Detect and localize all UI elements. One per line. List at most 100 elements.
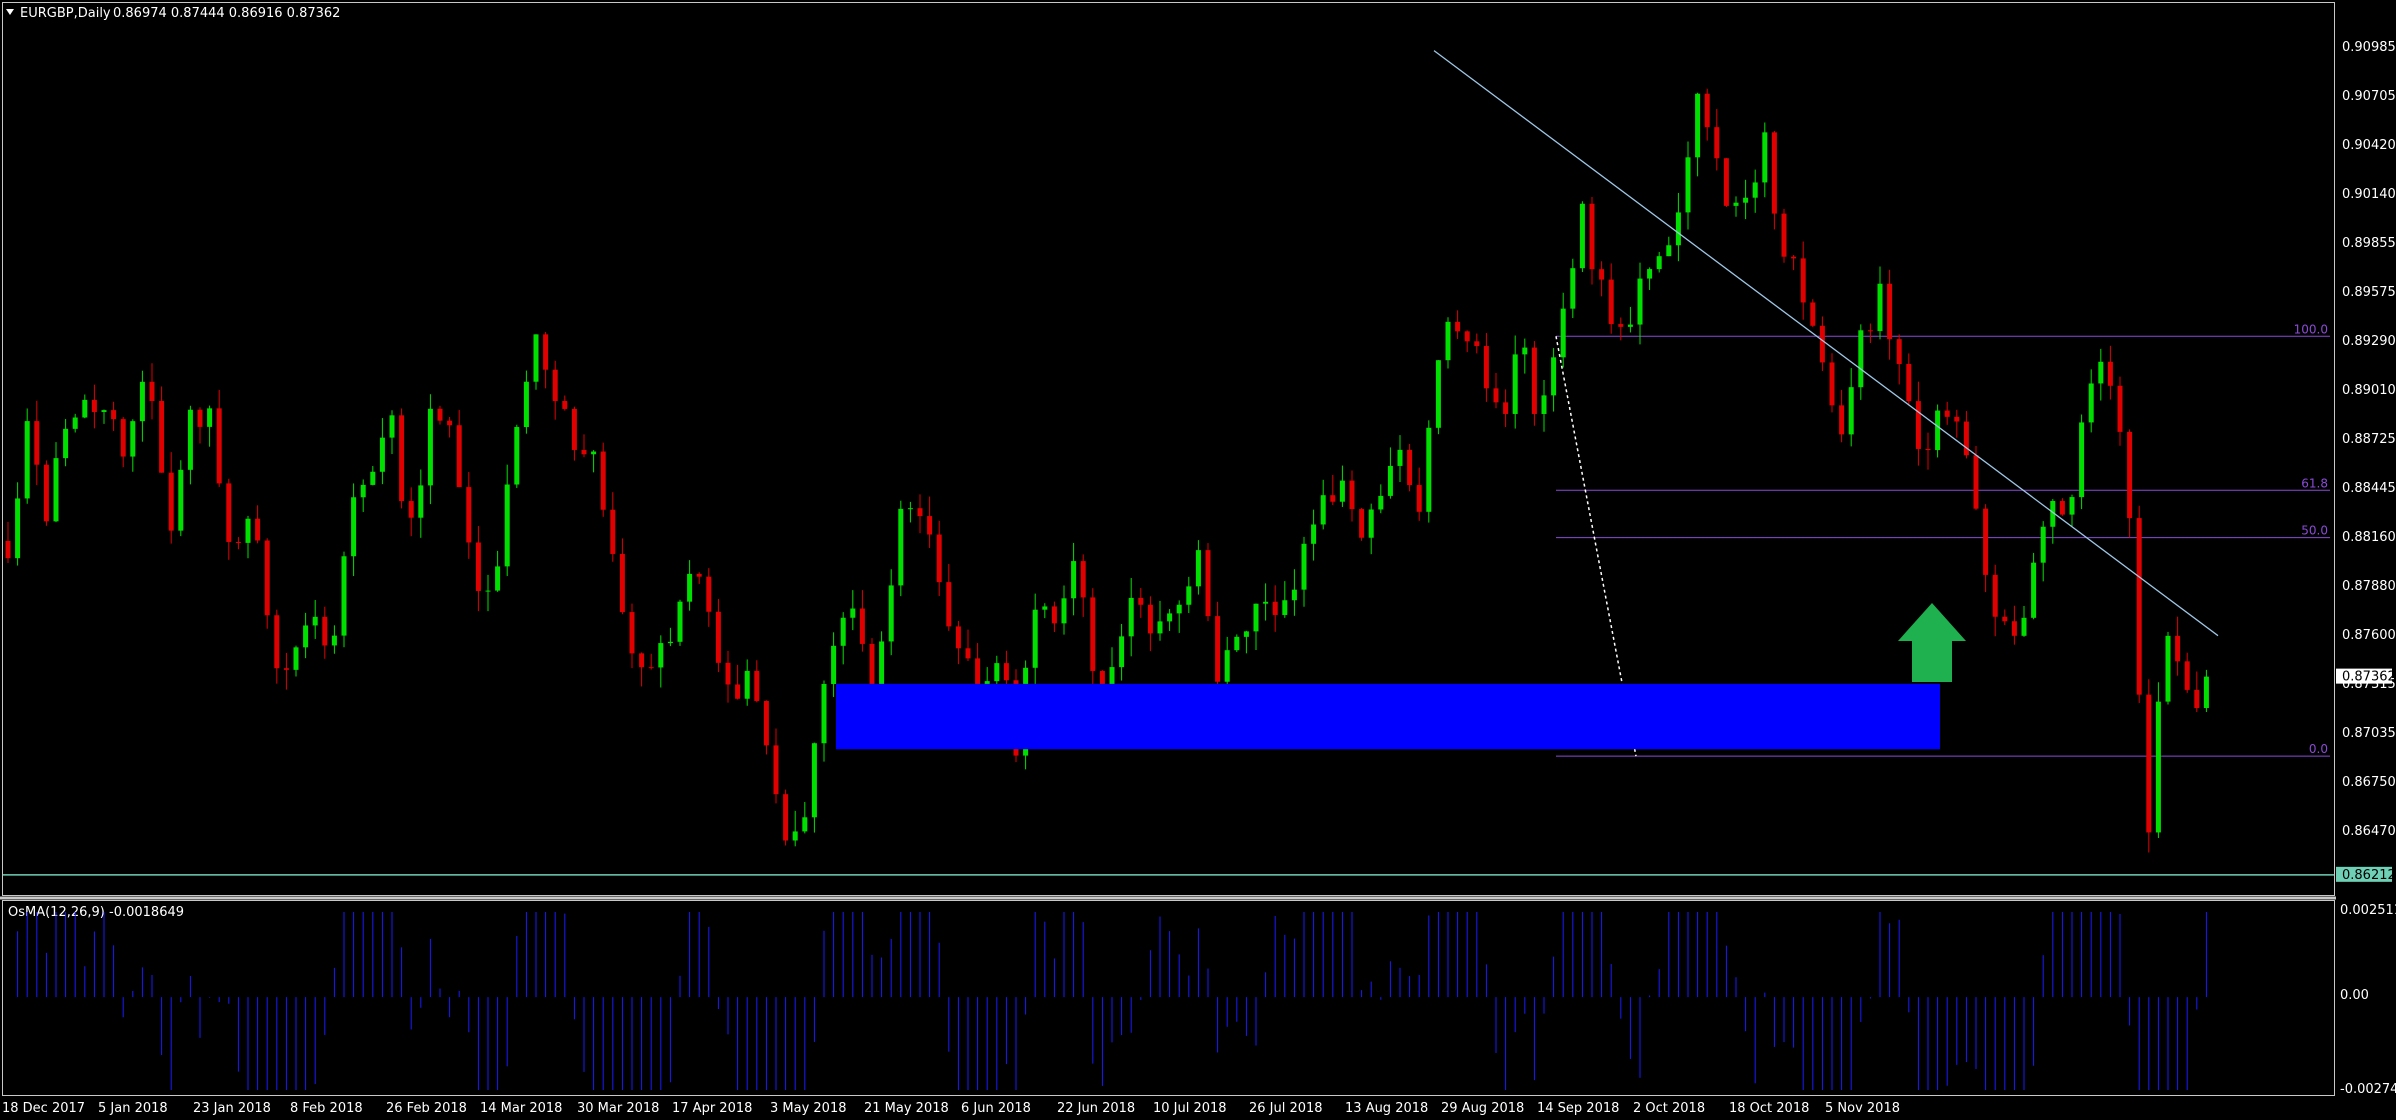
support-zone[interactable]: [836, 683, 1940, 750]
candle-body: [2088, 383, 2094, 423]
candle-body: [639, 653, 645, 668]
candle-body: [792, 831, 798, 841]
price-tick: 0.86470: [2342, 824, 2396, 839]
candle-body: [447, 420, 453, 426]
candle-body: [1771, 132, 1777, 214]
candle-body: [475, 542, 481, 591]
candle-body: [2031, 562, 2037, 618]
candle-body: [917, 508, 923, 517]
date-label: 26 Jul 2018: [1249, 1101, 1323, 1116]
candle-body: [1685, 157, 1691, 213]
candle-body: [1858, 330, 1864, 388]
candle: [2031, 552, 2037, 620]
price-tick: 0.87880: [2342, 579, 2396, 594]
candle-body: [1954, 416, 1960, 422]
price-tick: 0.90140: [2342, 187, 2396, 202]
candle-body: [1896, 339, 1902, 364]
candle-body: [216, 408, 222, 484]
candle-body: [1061, 598, 1067, 624]
candle-body: [1570, 268, 1576, 309]
candle-body: [927, 516, 933, 535]
candle-body: [303, 625, 309, 648]
candle-body: [543, 334, 549, 370]
candle-body: [1781, 213, 1787, 257]
price-tick: 0.90985: [2342, 40, 2396, 55]
osma-tick: 0.00: [2340, 988, 2369, 1003]
candle-body: [754, 670, 760, 701]
osma-tick: 0.002511: [2340, 903, 2396, 918]
candle-body: [264, 540, 270, 616]
ohlc-readout: 0.86974 0.87444 0.86916 0.87362: [113, 6, 340, 21]
date-label: 6 Jun 2018: [961, 1101, 1031, 1116]
candle-body: [466, 487, 472, 543]
candle-body: [1560, 308, 1566, 358]
candle-body: [562, 401, 568, 409]
candle-body: [437, 408, 443, 421]
candle-body: [1839, 405, 1845, 435]
support-price-marker-text: 0.86212: [2342, 868, 2396, 883]
candle-body: [408, 501, 414, 518]
date-label: 8 Feb 2018: [290, 1101, 363, 1116]
candle-body: [370, 471, 376, 485]
candle-body: [591, 451, 597, 455]
symbol-label: EURGBP,Daily: [20, 6, 111, 21]
candle-body: [1743, 197, 1749, 203]
price-tick: 0.87600: [2342, 628, 2396, 643]
candle-body: [1426, 427, 1432, 512]
candle-body: [2021, 617, 2027, 636]
candle-body: [1243, 631, 1249, 637]
candle: [1579, 201, 1585, 273]
candle-body: [1138, 597, 1144, 605]
candle: [1426, 420, 1432, 523]
candle-body: [1599, 269, 1605, 280]
candle-body: [610, 509, 616, 554]
candle-body: [706, 576, 712, 612]
candle-body: [2117, 385, 2123, 432]
candle: [600, 442, 606, 517]
candle-body: [101, 410, 107, 413]
candle-body: [831, 645, 837, 685]
candle-body: [1733, 202, 1739, 206]
candle-body: [207, 408, 213, 427]
candle-body: [360, 484, 366, 498]
candle-body: [1445, 321, 1451, 361]
candle-body: [1867, 330, 1873, 332]
candle-body: [783, 794, 789, 841]
price-tick: 0.89575: [2342, 285, 2396, 300]
candle-body: [1474, 341, 1480, 347]
candle-body: [1704, 93, 1710, 128]
candle-body: [43, 464, 49, 522]
candle-body: [149, 381, 155, 401]
candle-body: [283, 668, 289, 670]
date-label: 22 Jun 2018: [1057, 1101, 1135, 1116]
date-label: 2 Oct 2018: [1633, 1101, 1705, 1116]
candle-body: [1272, 601, 1278, 615]
candle-body: [427, 408, 433, 486]
candle-body: [821, 684, 827, 744]
candle-body: [1339, 480, 1345, 502]
trading-chart[interactable]: EURGBP,Daily 0.86974 0.87444 0.86916 0.8…: [0, 0, 2396, 1120]
candle: [1935, 404, 1941, 458]
candle-body: [1215, 616, 1221, 682]
fib-level-label: 61.8: [2301, 476, 2328, 490]
candle-body: [2203, 676, 2209, 708]
candle-body: [2011, 621, 2017, 636]
candle-body: [619, 553, 625, 613]
current-price-marker-text: 0.87362: [2342, 670, 2396, 685]
candle-body: [1762, 132, 1768, 183]
candle-body: [2146, 694, 2152, 833]
candle-body: [1349, 480, 1355, 510]
candle-body: [773, 745, 779, 795]
candle-body: [187, 409, 193, 470]
candle-body: [1944, 410, 1950, 417]
candle: [2146, 679, 2152, 853]
candle-body: [1695, 93, 1701, 158]
candle: [1810, 299, 1816, 328]
candle-body: [91, 399, 97, 413]
candle-body: [523, 381, 529, 428]
candle-body: [725, 662, 731, 685]
date-label: 5 Jan 2018: [98, 1101, 168, 1116]
candle-body: [735, 684, 741, 699]
candle-body: [1647, 269, 1653, 279]
candle-body: [2136, 518, 2142, 695]
